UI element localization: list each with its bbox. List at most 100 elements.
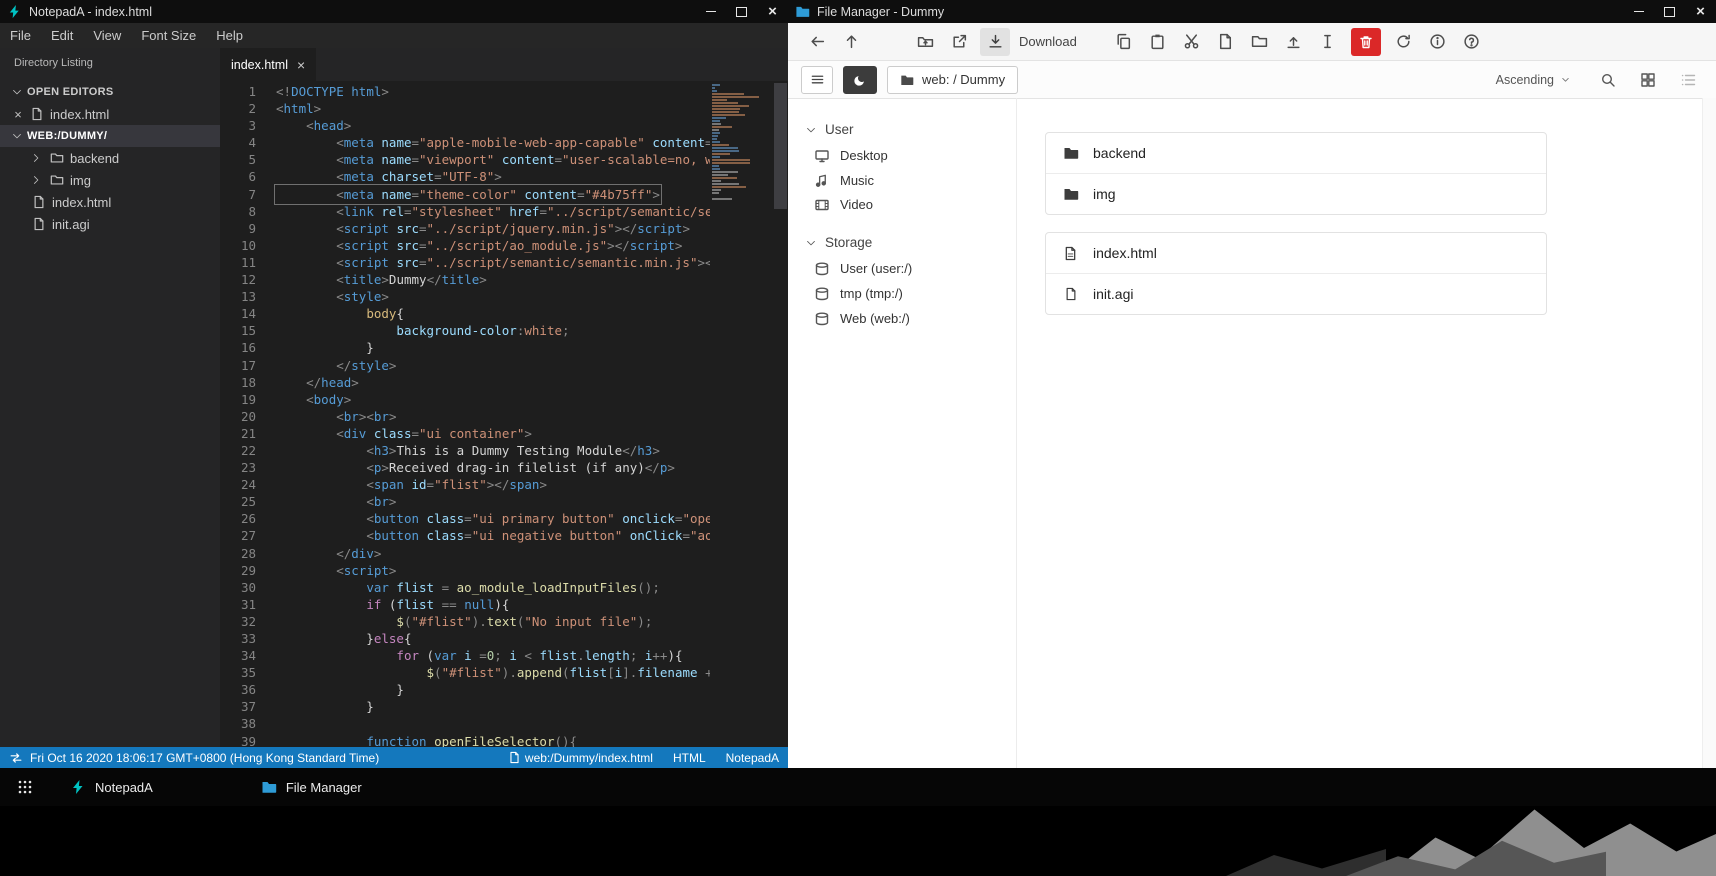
copy-icon[interactable] [1107, 27, 1141, 57]
filemanager-toolbar: Download [788, 23, 1716, 61]
sidebar-item-tmp-tmp[interactable]: tmp (tmp:/) [788, 281, 1016, 306]
status-filepath[interactable]: web:/Dummy/index.html [509, 751, 653, 765]
menu-font-size[interactable]: Font Size [131, 28, 206, 43]
back-icon[interactable] [800, 27, 834, 57]
open-editors-section[interactable]: OPEN EDITORS [0, 81, 220, 103]
apps-menu-icon[interactable] [12, 774, 38, 800]
code-editor[interactable]: 1 <!DOCTYPE html> 2 <html> 3 <head> 4 <meta n… [220, 81, 788, 747]
close-editor-icon[interactable]: × [12, 107, 24, 122]
maximize-icon[interactable] [726, 0, 757, 23]
code-line: 2 <html> [248, 101, 322, 117]
filemanager-window: File Manager - Dummy × Download web: / D… [788, 0, 1716, 768]
menu-edit[interactable]: Edit [41, 28, 83, 43]
minimap[interactable] [712, 84, 768, 201]
menu-help[interactable]: Help [206, 28, 253, 43]
folder-icon [1062, 186, 1079, 202]
code-line: 15 background-color:white; [240, 323, 570, 339]
tree-item-img[interactable]: img [0, 169, 220, 191]
new-folder-icon[interactable] [1243, 27, 1277, 57]
menu-button[interactable] [801, 65, 833, 94]
file-group: index.html init.agi [1045, 232, 1547, 315]
open-editors-list: × index.html [0, 103, 220, 125]
minimize-icon[interactable] [695, 0, 726, 23]
code-line: 25 <br> [240, 494, 397, 510]
tab-close-icon[interactable]: × [297, 57, 305, 73]
sidebar-item-desktop[interactable]: Desktop [788, 143, 1016, 168]
info-icon[interactable] [1421, 27, 1455, 57]
taskbar-items: NotepadA File Manager [64, 772, 464, 802]
external-link-icon[interactable] [942, 27, 976, 57]
paste-icon[interactable] [1141, 27, 1175, 57]
code-line: 5 <meta name="viewport" content="user-sc… [248, 152, 710, 168]
file-row-index-html[interactable]: index.html [1046, 233, 1546, 273]
up-icon[interactable] [834, 27, 868, 57]
fm-scrollbar[interactable] [1702, 98, 1716, 768]
status-bar: Fri Oct 16 2020 18:06:17 GMT+0800 (Hong … [0, 747, 788, 768]
code-line: 12 <title>Dummy</title> [240, 272, 487, 288]
code-line: 14 body{ [240, 306, 404, 322]
tree-item-init-agi[interactable]: init.agi [0, 213, 220, 235]
upload-icon[interactable] [1277, 27, 1311, 57]
open-folder-icon[interactable] [908, 27, 942, 57]
close-icon[interactable]: × [1685, 0, 1716, 23]
maximize-icon[interactable] [1654, 0, 1685, 23]
tree-item-backend[interactable]: backend [0, 147, 220, 169]
status-language[interactable]: HTML [673, 751, 706, 765]
open-editor-item[interactable]: × index.html [0, 103, 220, 125]
refresh-icon[interactable] [1387, 27, 1421, 57]
theme-toggle-button[interactable] [843, 65, 877, 94]
search-icon[interactable] [1593, 67, 1623, 93]
rename-icon[interactable] [1311, 27, 1345, 57]
fm-sidebar: User Desktop Music Video Storage User (user:/… [788, 98, 1017, 768]
sidebar-item-music[interactable]: Music [788, 168, 1016, 192]
notepada-explorer: Directory Listing OPEN EDITORS × index.ht… [0, 48, 220, 747]
new-file-icon[interactable] [1209, 27, 1243, 57]
status-appname[interactable]: NotepadA [726, 751, 779, 765]
grid-view-icon[interactable] [1633, 67, 1663, 93]
delete-button[interactable] [1350, 27, 1381, 56]
code-line: 33 }else{ [240, 631, 412, 646]
filemanager-titlebar: File Manager - Dummy × [788, 0, 1716, 23]
file-row-init-agi[interactable]: init.agi [1046, 273, 1546, 314]
file-row-img[interactable]: img [1046, 173, 1546, 214]
window-title: File Manager - Dummy [817, 4, 945, 19]
taskbar-item-file-manager[interactable]: File Manager [255, 772, 368, 802]
code-line: 27 <button class="ui negative button" on… [240, 528, 710, 544]
sidebar-item-user-user[interactable]: User (user:/) [788, 256, 1016, 281]
menu-view[interactable]: View [83, 28, 131, 43]
file-icon [31, 217, 47, 231]
code-line: 38 [240, 716, 256, 732]
editor-scrollbar[interactable] [773, 81, 788, 747]
taskbar-item-notepada[interactable]: NotepadA [64, 772, 159, 802]
file-row-backend[interactable]: backend [1046, 133, 1546, 173]
minimize-icon[interactable] [1623, 0, 1654, 23]
close-icon[interactable]: × [757, 0, 788, 23]
code-line: 26 <button class="ui primary button" onc… [240, 511, 710, 527]
list-view-icon[interactable] [1673, 67, 1703, 93]
tree-item-index-html[interactable]: index.html [0, 191, 220, 213]
code-line: 1 <!DOCTYPE html> [248, 84, 389, 99]
sidebar-item-video[interactable]: Video [788, 192, 1016, 217]
moon-icon [853, 73, 867, 87]
download-button[interactable]: Download [980, 27, 1077, 56]
code-line: 22 <h3>This is a Dummy Testing Module</h… [240, 442, 660, 458]
code-line: 31 if (flist == null){ [240, 596, 510, 612]
sidebar-item-web-web[interactable]: Web (web:/) [788, 306, 1016, 331]
tab-index-html[interactable]: index.html × [220, 48, 317, 81]
folder-icon [49, 173, 65, 187]
help-icon[interactable] [1455, 27, 1489, 57]
desktop-icon [813, 148, 830, 164]
trash-icon [1358, 34, 1374, 50]
video-icon [813, 197, 830, 213]
breadcrumb[interactable]: web: / Dummy [887, 65, 1019, 94]
folder-icon [1062, 145, 1079, 161]
fm-section-storage[interactable]: Storage [788, 229, 1016, 256]
file-icon [31, 195, 47, 209]
sort-dropdown[interactable]: Ascending [1496, 73, 1571, 87]
folder-icon [900, 73, 914, 87]
menu-file[interactable]: File [0, 28, 41, 43]
fm-section-user[interactable]: User [788, 116, 1016, 143]
cut-icon[interactable] [1175, 27, 1209, 57]
workspace-section[interactable]: WEB:/DUMMY/ [0, 125, 220, 147]
file-group: backend img [1045, 132, 1547, 215]
